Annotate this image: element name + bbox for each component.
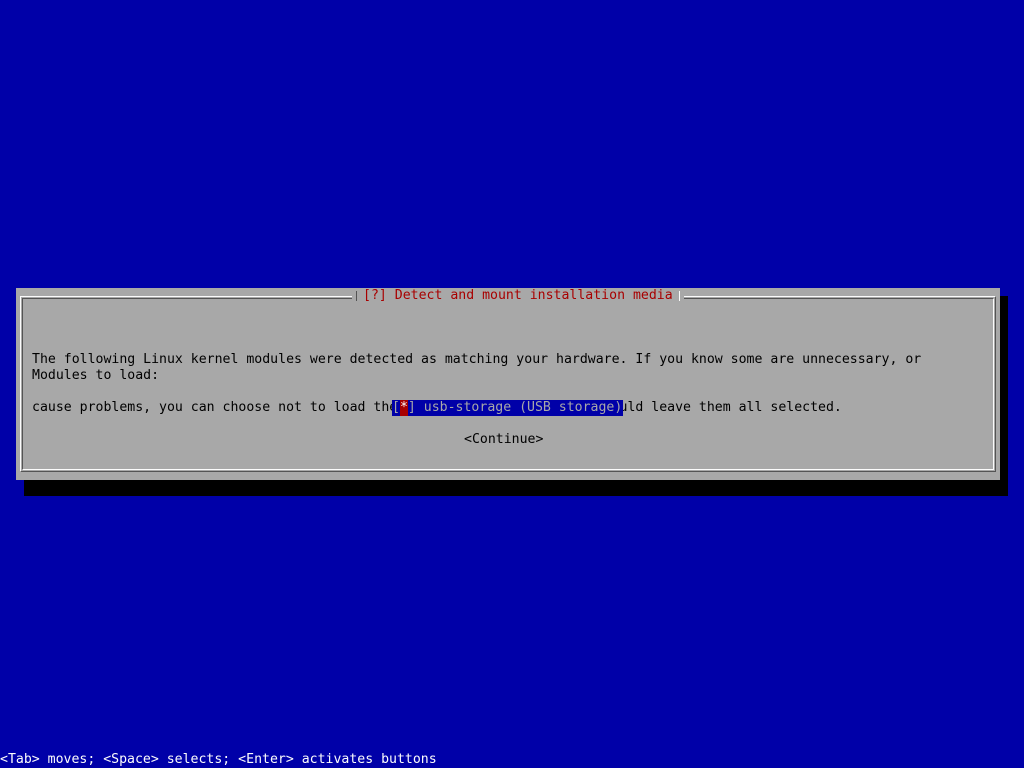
dialog-title-bar: [?] Detect and mount installation media [352, 288, 684, 304]
module-checkbox-usb-storage[interactable]: [*] usb-storage (USB storage) [392, 400, 624, 416]
dialog-shadow-right [1000, 296, 1008, 496]
module-label: usb-storage (USB storage) [415, 400, 623, 415]
continue-button[interactable]: <Continue> [464, 432, 543, 448]
installer-screen: [?] Detect and mount installation media … [0, 0, 1024, 768]
dialog-description: The following Linux kernel modules were … [32, 320, 972, 448]
dialog-title: [?] Detect and mount installation media [363, 288, 673, 303]
checkbox-bracket-open: [ [392, 400, 400, 415]
checkbox-bracket-close: ] [407, 400, 416, 415]
checkbox-mark[interactable]: * [399, 400, 408, 416]
dialog-shadow-bottom [24, 480, 1008, 496]
help-line: <Tab> moves; <Space> selects; <Enter> ac… [0, 752, 437, 767]
modules-label: Modules to load: [32, 368, 160, 383]
title-tick-right [678, 291, 680, 301]
description-line: The following Linux kernel modules were … [32, 352, 922, 367]
